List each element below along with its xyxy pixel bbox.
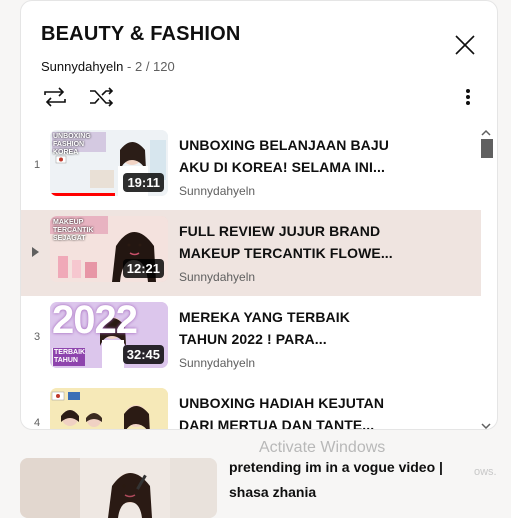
scroll-down-button[interactable] xyxy=(481,417,491,429)
video-title-line-2: DARI MERTUA DAN TANTE... xyxy=(179,417,375,430)
playlist-position: - 2 / 120 xyxy=(127,59,175,74)
video-title: MEREKA YANG TERBAIK TAHUN 2022 ! PARA... xyxy=(179,306,429,350)
close-icon xyxy=(455,35,475,55)
watch-progress-bar xyxy=(50,193,115,196)
playlist-subtitle: Sunnydahyeln - 2 / 120 xyxy=(41,59,175,74)
recommended-video-title[interactable]: pretending im in a vogue video | xyxy=(229,459,443,475)
video-duration: 32:45 xyxy=(122,345,164,364)
video-channel[interactable]: Sunnydahyeln xyxy=(179,184,255,198)
video-title: UNBOXING BELANJAAN BAJU AKU DI KOREA! SE… xyxy=(179,134,429,178)
loop-icon xyxy=(44,87,66,107)
video-title: FULL REVIEW JUJUR BRAND MAKEUP TERCANTIK… xyxy=(179,220,429,264)
playlist-owner[interactable]: Sunnydahyeln xyxy=(41,59,123,74)
video-thumbnail[interactable]: MAKEUP TERCANTIK SEJAGAT 12:21 xyxy=(50,216,168,282)
playlist-item-2[interactable]: MAKEUP TERCANTIK SEJAGAT 12:21 FULL REVI… xyxy=(21,210,481,296)
video-thumbnail[interactable]: UNBOXING FASHION KOREA 19:11 xyxy=(50,130,168,196)
thumbnail-text: TERBAIK TAHUN xyxy=(53,348,86,366)
loop-button[interactable] xyxy=(40,85,70,109)
scroll-up-button[interactable] xyxy=(481,124,491,136)
video-thumbnail[interactable]: 2022 TERBAIK TAHUN 32:45 xyxy=(50,302,168,368)
video-title-line-1: UNBOXING BELANJAAN BAJU xyxy=(179,137,389,153)
chevron-up-icon xyxy=(481,129,491,136)
more-options-button[interactable] xyxy=(459,85,477,109)
video-title-line-2: TAHUN 2022 ! PARA... xyxy=(179,331,327,347)
activate-windows-watermark-sub: ows. xyxy=(474,466,497,478)
scrollbar-thumb[interactable] xyxy=(481,139,493,158)
video-channel[interactable]: Sunnydahyeln xyxy=(179,270,255,284)
playlist-panel: BEAUTY & FASHION Sunnydahyeln - 2 / 120 xyxy=(20,0,498,430)
close-button[interactable] xyxy=(451,31,479,59)
video-title-line-1: FULL REVIEW JUJUR BRAND xyxy=(179,223,381,239)
item-index: 4 xyxy=(33,417,41,429)
recommended-video-thumbnail[interactable] xyxy=(20,458,217,518)
video-duration: 19:11 xyxy=(123,173,164,192)
thumbnail-art xyxy=(20,458,217,518)
more-vert-icon xyxy=(466,89,470,105)
playlist-title: BEAUTY & FASHION xyxy=(41,23,241,45)
video-duration: 12:21 xyxy=(122,259,164,278)
thumbnail-year-text: 2022 xyxy=(52,302,138,342)
video-channel[interactable]: Sunnydahyeln xyxy=(179,356,255,370)
chevron-down-icon xyxy=(481,423,491,429)
item-index: 1 xyxy=(33,159,41,171)
playlist-items: 1 UNBOXING FASHION KOREA 19:11 UNBOXING … xyxy=(21,124,481,430)
item-index: 3 xyxy=(33,331,41,343)
shuffle-icon xyxy=(90,87,114,107)
playlist-item-3[interactable]: 3 2022 TERBAIK TAHUN 32:45 MEREKA YANG T… xyxy=(21,296,481,382)
activate-windows-watermark: Activate Windows xyxy=(259,439,386,456)
video-title-line-2: AKU DI KOREA! SELAMA INI... xyxy=(179,159,385,175)
video-title: UNBOXING HADIAH KEJUTAN DARI MERTUA DAN … xyxy=(179,392,429,430)
playlist-header: BEAUTY & FASHION Sunnydahyeln - 2 / 120 xyxy=(21,1,497,121)
shuffle-button[interactable] xyxy=(87,85,117,109)
video-title-line-1: UNBOXING HADIAH KEJUTAN xyxy=(179,395,385,411)
thumbnail-text: MAKEUP TERCANTIK SEJAGAT xyxy=(53,219,94,242)
playlist-item-4[interactable]: 4 UNBOXING HADIAH KEJUTAN DARI MERTUA DA… xyxy=(21,382,481,430)
thumbnail-text: UNBOXING FASHION KOREA xyxy=(53,133,91,156)
playlist-item-1[interactable]: 1 UNBOXING FASHION KOREA 19:11 UNBOXING … xyxy=(21,124,481,210)
thumbnail-art xyxy=(50,388,168,429)
video-title-line-1: MEREKA YANG TERBAIK xyxy=(179,309,350,325)
recommended-video-channel[interactable]: shasa zhania xyxy=(229,484,316,500)
video-title-line-2: MAKEUP TERCANTIK FLOWE... xyxy=(179,245,393,261)
video-thumbnail[interactable] xyxy=(50,388,168,429)
play-arrow-icon xyxy=(32,247,39,257)
